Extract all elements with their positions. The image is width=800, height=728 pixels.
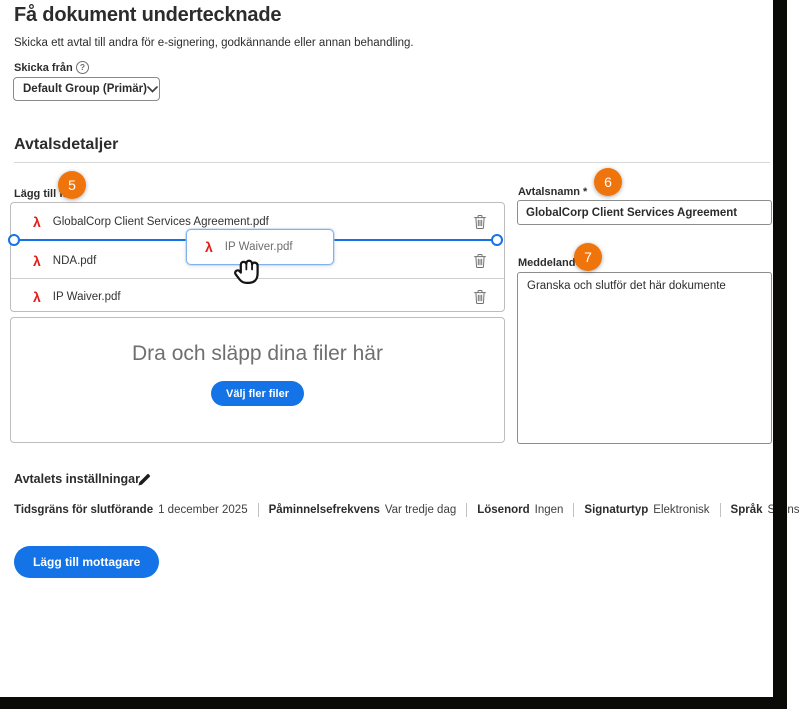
file-name: GlobalCorp Client Services Agreement.pdf: [53, 216, 472, 228]
separator: [466, 503, 467, 517]
agreement-details-heading: Avtalsdetaljer: [14, 136, 118, 154]
separator: [720, 503, 721, 517]
delete-file-button[interactable]: [472, 214, 488, 231]
agreement-settings-heading: Avtalets inställningar: [14, 472, 140, 486]
message-textarea[interactable]: [517, 272, 772, 444]
trash-icon: [473, 214, 487, 230]
settings-summary: Tidsgräns för slutförande 1 december 202…: [14, 503, 800, 517]
pdf-file-icon: λ: [205, 240, 213, 254]
setting-password: Lösenord Ingen: [477, 504, 563, 516]
drop-indicator-dot-right: [491, 234, 503, 246]
drop-indicator-dot-left: [8, 234, 20, 246]
setting-deadline: Tidsgräns för slutförande 1 december 202…: [14, 504, 248, 516]
agreement-name-input[interactable]: [517, 200, 772, 225]
send-from-group-dropdown[interactable]: Default Group (Primär): [13, 77, 160, 101]
step-badge-5: 5: [58, 171, 86, 199]
choose-more-files-button[interactable]: Välj fler filer: [211, 381, 304, 406]
setting-reminder: Påminnelsefrekvens Var tredje dag: [269, 504, 457, 516]
setting-signature-type: Signaturtyp Elektronisk: [584, 504, 709, 516]
page-subtitle: Skicka ett avtal till andra för e-signer…: [14, 37, 414, 49]
file-dropzone[interactable]: Dra och släpp dina filer här Välj fler f…: [10, 317, 505, 443]
pdf-file-icon: λ: [33, 215, 41, 229]
screenshot-frame-right: [773, 0, 787, 709]
delete-file-button[interactable]: [472, 253, 488, 270]
dropzone-text: Dra och släpp dina filer här: [132, 342, 383, 366]
page: Få dokument undertecknade Skicka ett avt…: [0, 0, 800, 728]
step-badge-6: 6: [594, 168, 622, 196]
separator: [573, 503, 574, 517]
trash-icon: [473, 253, 487, 269]
delete-file-button[interactable]: [472, 288, 488, 305]
setting-language: Språk Svenska: [731, 504, 800, 516]
send-from-label: Skicka från: [14, 62, 73, 74]
trash-icon: [473, 289, 487, 305]
pencil-icon: [137, 472, 152, 487]
section-divider: [14, 162, 770, 163]
help-question-icon[interactable]: ?: [76, 61, 89, 74]
chevron-down-icon: [147, 86, 158, 93]
dropdown-selected-value: Default Group (Primär): [23, 83, 147, 95]
page-title: Få dokument undertecknade: [14, 4, 281, 27]
screenshot-frame-bottom: [0, 697, 787, 709]
step-badge-7: 7: [574, 243, 602, 271]
add-recipient-button[interactable]: Lägg till mottagare: [14, 546, 159, 578]
separator: [258, 503, 259, 517]
agreement-name-label: Avtalsnamn *: [518, 186, 587, 198]
drag-hand-cursor-icon: [224, 247, 272, 295]
message-label: Meddelande: [518, 257, 582, 269]
pdf-file-icon: λ: [33, 254, 41, 268]
pdf-file-icon: λ: [33, 290, 41, 304]
edit-settings-button[interactable]: [136, 472, 152, 488]
